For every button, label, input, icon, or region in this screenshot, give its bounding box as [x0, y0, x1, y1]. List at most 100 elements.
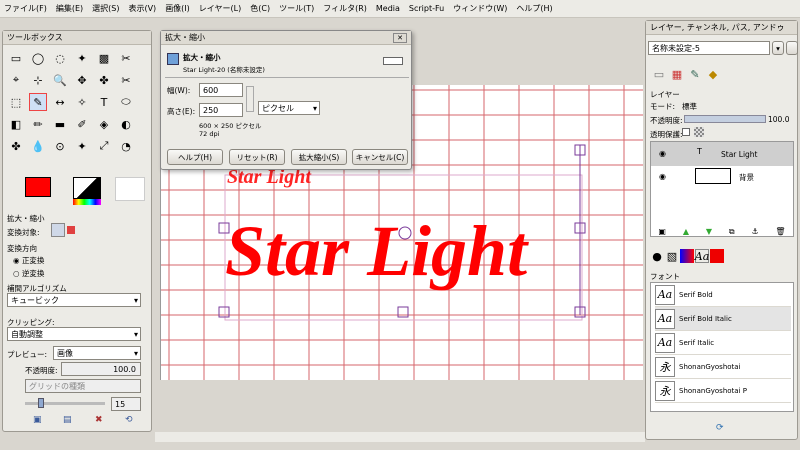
menu-item[interactable]: ウィンドウ(W) [453, 3, 507, 14]
ellipse-select-icon[interactable]: ◯ [29, 49, 47, 67]
cancel-button[interactable]: キャンセル(C) [352, 149, 408, 165]
unit-select[interactable]: ピクセル ▾ [258, 101, 320, 115]
preview-select[interactable]: 画像 ▾ [53, 346, 141, 360]
flip-icon[interactable]: ⬭ [117, 93, 135, 111]
reset-icon[interactable]: ⟲ [125, 415, 133, 425]
eye-icon[interactable]: ◉ [659, 149, 666, 158]
airbrush-icon[interactable]: ◐ [117, 115, 135, 133]
tab-layers[interactable]: ▭ [650, 65, 668, 83]
menu-item[interactable]: Script-Fu [409, 4, 444, 13]
menu-item[interactable]: 画像(I) [165, 3, 190, 14]
raise-layer-icon[interactable]: ▲ [683, 227, 689, 241]
selection-target-icon[interactable] [67, 226, 75, 234]
text-icon[interactable]: T [95, 93, 113, 111]
zoom-icon[interactable]: 🔍 [51, 71, 69, 89]
move-icon[interactable]: ✤ [95, 71, 113, 89]
rect-select-icon[interactable]: ▭ [7, 49, 25, 67]
font-item[interactable]: Aa Serif Bold [655, 283, 791, 307]
trash-icon[interactable]: 🗑 [775, 227, 785, 241]
ink-icon[interactable]: 💧 [29, 137, 47, 155]
direction-normal-radio[interactable]: ◉ 正変換 [13, 255, 44, 266]
duplicate-layer-icon[interactable]: ⧉ [729, 227, 735, 241]
opacity-slider[interactable]: 100.0 [61, 362, 141, 376]
brush-preview[interactable] [115, 177, 145, 201]
crop-icon[interactable]: ✂ [117, 71, 135, 89]
grid-type-select[interactable]: グリッドの種類 [25, 379, 141, 393]
grid-slider-track[interactable] [25, 402, 105, 405]
lasso-icon[interactable]: ◌ [51, 49, 69, 67]
anchor-icon[interactable]: ⚓ [751, 227, 758, 241]
paths-icon[interactable]: ⊹ [29, 71, 47, 89]
menu-item[interactable]: 編集(E) [56, 3, 83, 14]
clipping-select[interactable]: 自動調整 ▾ [7, 327, 141, 341]
fuzzy-select-icon[interactable]: ✦ [73, 49, 91, 67]
font-item[interactable]: 永 ShonanGyoshotai P [655, 379, 791, 403]
shear-icon[interactable]: ↔ [51, 93, 69, 111]
foreground-color[interactable] [25, 177, 51, 197]
menu-item[interactable]: ヘルプ(H) [516, 3, 552, 14]
delete-icon[interactable]: ✖ [95, 415, 103, 425]
mode-value[interactable]: 標準 [682, 101, 697, 112]
background-color[interactable] [73, 177, 101, 199]
lower-layer-icon[interactable]: ▼ [706, 227, 712, 241]
width-field[interactable]: 600 [199, 83, 243, 97]
tab-fonts[interactable]: Aa [695, 249, 709, 263]
close-icon[interactable]: ✕ [393, 32, 407, 43]
eraser-icon[interactable]: ◈ [95, 115, 113, 133]
eye-icon[interactable]: ◉ [659, 172, 666, 181]
scale-icon[interactable]: ✎ [29, 93, 47, 111]
menu-item[interactable]: ツール(T) [279, 3, 314, 14]
grid-slider-handle[interactable] [38, 398, 44, 408]
menu-item[interactable]: 選択(S) [92, 3, 119, 14]
image-select[interactable]: 名称未設定-5 [648, 41, 770, 55]
paintbrush-icon[interactable]: ✐ [73, 115, 91, 133]
menu-item[interactable]: フィルタ(R) [323, 3, 367, 14]
tab-gradients[interactable] [680, 249, 694, 263]
save-icon[interactable]: ▣ [33, 415, 42, 425]
new-layer-icon[interactable]: ▣ [658, 227, 666, 241]
lock-checkbox[interactable] [682, 128, 690, 136]
alpha-lock-icon[interactable] [694, 127, 704, 137]
gradient-icon[interactable]: ▬ [51, 115, 69, 133]
scale-button[interactable]: 拡大縮小(S) [291, 149, 347, 165]
menu-item[interactable]: Media [376, 4, 400, 13]
menu-item[interactable]: 表示(V) [128, 3, 156, 14]
heal-icon[interactable]: ✤ [7, 137, 25, 155]
tab-channels[interactable]: ▦ [668, 65, 686, 83]
gradient-swatch[interactable] [73, 199, 101, 205]
height-field[interactable]: 250 [199, 103, 243, 117]
chain-link-icon[interactable] [246, 86, 254, 112]
auto-button[interactable] [786, 41, 798, 55]
help-button[interactable]: ヘルプ(H) [167, 149, 223, 165]
clone-icon[interactable]: ⊙ [51, 137, 69, 155]
rotate-icon[interactable]: ⬚ [7, 93, 25, 111]
font-item[interactable]: Aa Serif Italic [655, 331, 791, 355]
pencil-icon[interactable]: ✏ [29, 115, 47, 133]
font-item[interactable]: 永 ShonanGyoshotai [655, 355, 791, 379]
restore-icon[interactable]: ▤ [63, 415, 72, 425]
tab-paths[interactable]: ✎ [686, 65, 704, 83]
perspective-icon[interactable]: ✧ [73, 93, 91, 111]
foreground-select-icon[interactable]: ⌖ [7, 71, 25, 89]
color-select-icon[interactable]: ▩ [95, 49, 113, 67]
tab-palette[interactable] [710, 249, 724, 263]
grid-count-field[interactable]: 15 [111, 397, 141, 411]
tab-brushes[interactable]: ● [650, 249, 664, 263]
refresh-icon[interactable]: ⟳ [716, 423, 724, 433]
dodge-icon[interactable]: ◔ [117, 137, 135, 155]
menu-item[interactable]: ファイル(F) [4, 3, 47, 14]
bucket-fill-icon[interactable]: ◧ [7, 115, 25, 133]
smudge-icon[interactable]: ⤢ [95, 137, 113, 155]
measure-icon[interactable]: ✥ [73, 71, 91, 89]
direction-reverse-radio[interactable]: ○ 逆変換 [13, 268, 44, 279]
scissors-icon[interactable]: ✂ [117, 49, 135, 67]
font-item[interactable]: Aa Serif Bold Italic [655, 307, 791, 331]
chevron-down-icon[interactable]: ▾ [772, 41, 784, 55]
menu-item[interactable]: レイヤー(L) [199, 3, 241, 14]
menu-item[interactable]: 色(C) [250, 3, 270, 14]
layer-target-icon[interactable] [51, 223, 65, 237]
interpolation-select[interactable]: キュービック ▾ [7, 293, 141, 307]
blur-icon[interactable]: ✦ [73, 137, 91, 155]
tab-patterns[interactable]: ▧ [665, 249, 679, 263]
layer-opacity-slider[interactable] [684, 115, 766, 123]
